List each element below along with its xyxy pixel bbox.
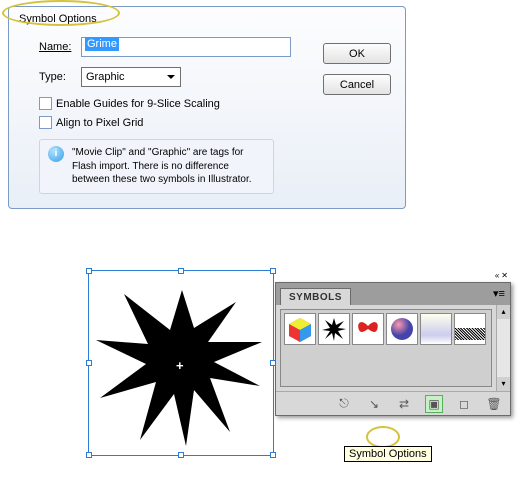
panel-scrollbar[interactable]: ▴ ▾ [496,305,510,391]
symbol-options-icon[interactable]: ▣ [426,396,442,412]
type-dropdown[interactable]: Graphic [81,67,181,87]
name-label: Name: [39,41,81,53]
ok-button[interactable]: OK [323,43,391,64]
align-pixel-grid-checkbox[interactable] [39,116,52,129]
symbol-swatch-cube[interactable] [284,313,316,345]
center-point-icon: + [176,358,184,373]
dialog-title: Symbol Options [9,7,405,33]
break-link-icon[interactable]: ⎋ [336,396,352,412]
symbol-swatch-gradient[interactable] [420,313,452,345]
name-input[interactable]: Grime [81,37,291,57]
enable-9slice-label: Enable Guides for 9-Slice Scaling [56,98,220,110]
resize-handle[interactable] [86,452,92,458]
symbol-swatch-static[interactable] [454,313,486,345]
resize-handle[interactable] [270,268,276,274]
delete-symbol-icon[interactable]: 🗑 [486,396,502,412]
symbols-panel: « ✕ SYMBOLS ▾≡ ▴ [275,282,511,416]
name-input-value: Grime [85,37,119,51]
symbol-swatch-list [280,309,492,387]
enable-9slice-checkbox[interactable] [39,97,52,110]
new-symbol-icon[interactable]: ◻ [456,396,472,412]
resize-handle[interactable] [86,360,92,366]
canvas-artwork[interactable]: + [88,270,276,458]
panel-tabbar: SYMBOLS ▾≡ [276,283,510,305]
type-dropdown-value: Graphic [86,71,125,83]
align-pixel-grid-label: Align to Pixel Grid [56,117,143,129]
type-label: Type: [39,71,81,83]
scroll-up-icon[interactable]: ▴ [497,305,510,319]
annotation-ellipse [366,426,400,448]
info-box: i "Movie Clip" and "Graphic" are tags fo… [39,139,274,194]
symbols-tab[interactable]: SYMBOLS [280,288,351,305]
info-icon: i [48,146,64,162]
panel-collapse-icon[interactable]: « [495,271,499,280]
edit-symbol-icon[interactable]: ⇄ [396,396,412,412]
resize-handle[interactable] [178,452,184,458]
symbol-swatch-sphere[interactable] [386,313,418,345]
info-text: "Movie Clip" and "Graphic" are tags for … [72,146,265,187]
selection-bounding-box[interactable]: + [88,270,274,456]
scroll-down-icon[interactable]: ▾ [497,377,510,391]
panel-footer: ⎋ ↘ ⇄ ▣ ◻ 🗑 [276,391,510,415]
symbol-swatch-splat[interactable] [318,313,350,345]
panel-menu-icon[interactable]: ▾≡ [492,287,506,300]
resize-handle[interactable] [86,268,92,274]
symbol-swatch-bow[interactable] [352,313,384,345]
place-instance-icon[interactable]: ↘ [366,396,382,412]
panel-close-icon[interactable]: ✕ [501,271,508,280]
cancel-button[interactable]: Cancel [323,74,391,95]
resize-handle[interactable] [270,452,276,458]
resize-handle[interactable] [178,268,184,274]
symbol-options-dialog: Symbol Options Name: Grime Type: Graphic… [8,6,406,209]
symbol-options-tooltip: Symbol Options [344,446,432,462]
